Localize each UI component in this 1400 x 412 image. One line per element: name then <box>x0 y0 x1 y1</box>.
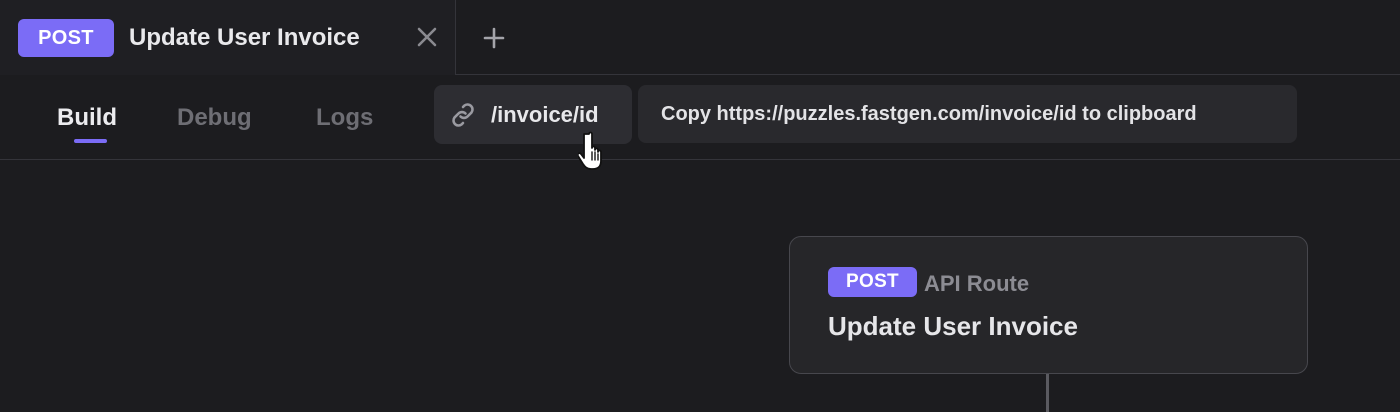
tab-title: Update User Invoice <box>129 24 360 51</box>
tab-bar: POST Update User Invoice <box>0 0 1400 75</box>
api-route-node[interactable]: POST API Route Update User Invoice <box>789 236 1308 374</box>
tab-logs[interactable]: Logs <box>316 104 373 132</box>
workflow-canvas[interactable]: POST API Route Update User Invoice <box>0 161 1400 412</box>
tab-build[interactable]: Build <box>57 104 117 132</box>
node-connector <box>1046 374 1049 412</box>
close-icon[interactable] <box>410 20 444 54</box>
app-window: POST Update User Invoice Build Debug Log… <box>0 0 1400 412</box>
tooltip-text: Copy https://puzzles.fastgen.com/invoice… <box>661 103 1197 125</box>
hand-pointer-icon <box>576 130 614 172</box>
copy-url-tooltip: Copy https://puzzles.fastgen.com/invoice… <box>638 85 1297 143</box>
tab-update-user-invoice[interactable]: POST Update User Invoice <box>0 0 456 75</box>
link-icon <box>448 101 478 129</box>
plus-icon[interactable] <box>476 20 512 56</box>
method-badge: POST <box>18 19 114 57</box>
node-type-label: API Route <box>924 271 1030 296</box>
route-path: /invoice/id <box>491 102 599 127</box>
sub-navigation: Build Debug Logs /invoice/id Copy https:… <box>0 75 1400 160</box>
active-tab-indicator <box>74 139 107 143</box>
node-method-badge: POST <box>828 267 917 297</box>
node-title: Update User Invoice <box>828 311 1078 341</box>
tab-debug[interactable]: Debug <box>177 104 252 132</box>
